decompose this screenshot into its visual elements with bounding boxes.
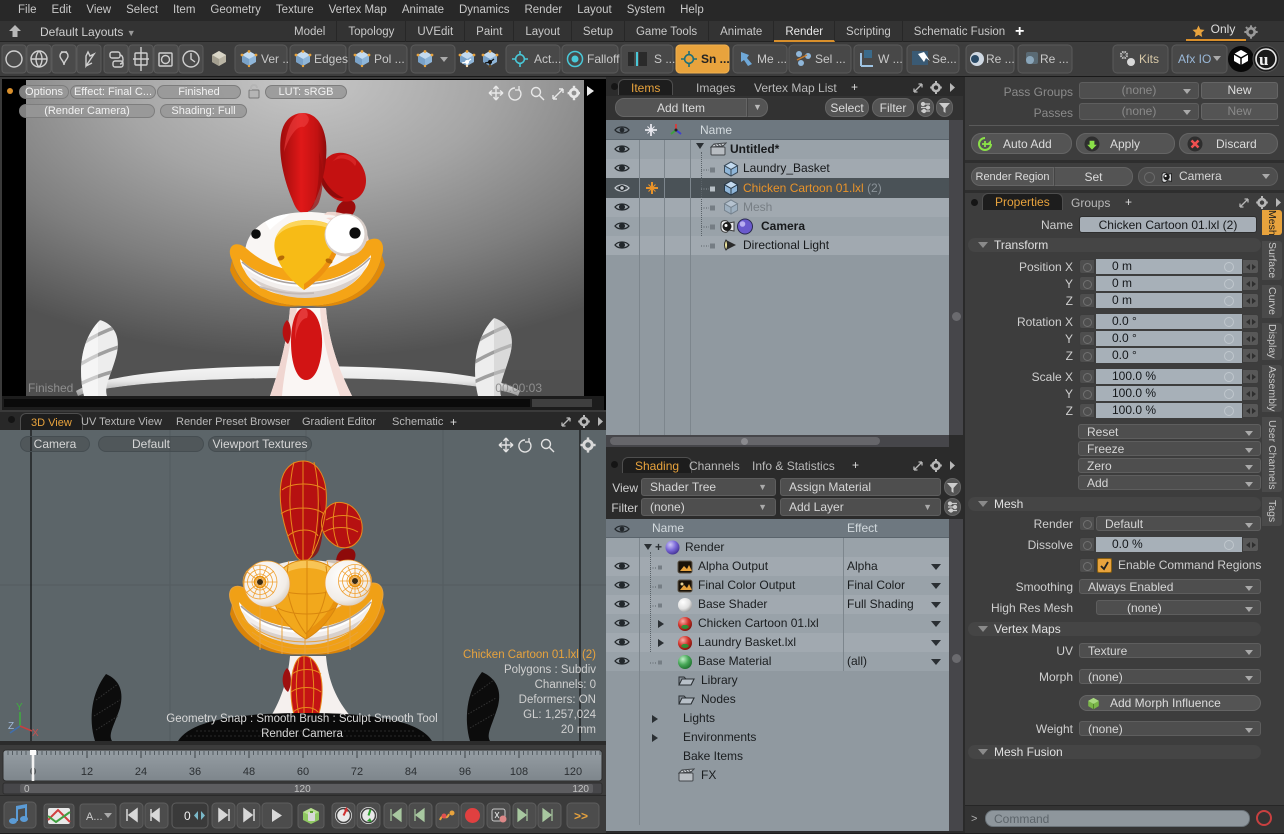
svg-text:Falloff: Falloff (587, 52, 620, 66)
svg-text:u: u (1259, 50, 1268, 69)
svg-text:120: 120 (294, 784, 311, 795)
svg-text:Render Camera: Render Camera (261, 728, 343, 740)
svg-text:Deformers: ON: Deformers: ON (519, 694, 596, 706)
svg-text:120: 120 (564, 766, 582, 778)
svg-text:72: 72 (351, 766, 363, 778)
svg-text:Z: Z (8, 721, 14, 732)
svg-text:00:00:03: 00:00:03 (495, 381, 542, 395)
svg-text:Sel ...: Sel ... (815, 52, 846, 66)
svg-text:108: 108 (510, 766, 528, 778)
svg-text:0: 0 (24, 784, 30, 795)
svg-text:Act...: Act... (534, 52, 561, 66)
svg-text:Sn ...: Sn ... (701, 52, 730, 66)
svg-text:20 mm: 20 mm (561, 724, 596, 736)
svg-text:24: 24 (135, 766, 147, 778)
svg-text:Se...: Se... (932, 52, 957, 66)
svg-text:Ver ...: Ver ... (261, 52, 292, 66)
svg-text:Y: Y (16, 702, 23, 713)
svg-text:48: 48 (243, 766, 255, 778)
svg-text:Chicken Cartoon 01.lxl (2): Chicken Cartoon 01.lxl (2) (463, 649, 596, 661)
svg-text:120: 120 (572, 784, 589, 795)
svg-text:Channels: 0: Channels: 0 (535, 679, 596, 691)
svg-text:>>: >> (574, 809, 588, 823)
svg-text:Edges: Edges (314, 52, 348, 66)
svg-text:Kits: Kits (1139, 52, 1159, 66)
svg-text:A...: A... (86, 811, 103, 823)
svg-text:84: 84 (405, 766, 417, 778)
svg-text:Finished: Finished (28, 381, 73, 395)
svg-text:X: X (32, 728, 39, 739)
svg-text:S ...: S ... (654, 52, 675, 66)
svg-text:Pol ...: Pol ... (374, 52, 405, 66)
svg-text:W ...: W ... (878, 52, 903, 66)
svg-text:36: 36 (189, 766, 201, 778)
svg-text:Me ...: Me ... (757, 52, 787, 66)
svg-text:GL: 1,257,024: GL: 1,257,024 (523, 709, 596, 721)
svg-text:Afx IO: Afx IO (1178, 52, 1211, 66)
svg-text:Geometry Snap : Smooth Brush :: Geometry Snap : Smooth Brush : Sculpt Sm… (166, 713, 437, 725)
svg-text:Re ...: Re ... (1040, 52, 1069, 66)
svg-text:60: 60 (297, 766, 309, 778)
svg-text:96: 96 (459, 766, 471, 778)
svg-text:Re ...: Re ... (986, 52, 1015, 66)
svg-text:Polygons : Subdiv: Polygons : Subdiv (504, 664, 596, 676)
svg-text:12: 12 (81, 766, 93, 778)
svg-text:0: 0 (184, 809, 191, 823)
